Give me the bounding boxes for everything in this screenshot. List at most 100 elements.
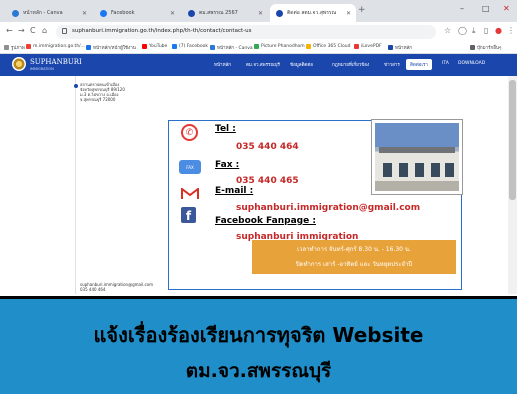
url-text: suphanburi.immigration.go.th/index.php/t… <box>72 28 252 34</box>
browser-tab[interactable]: Facebook ✕ <box>94 4 180 22</box>
youtube-icon <box>142 44 147 49</box>
fax-value: 035 440 465 <box>236 176 299 186</box>
browser-tab[interactable]: ตม.สพรรณ 2567 ✕ <box>182 4 268 22</box>
close-tab-icon[interactable]: ✕ <box>170 10 175 17</box>
bookmark-label: m.immigration.go.th/... <box>33 44 85 49</box>
bookmark-item[interactable]: Office 365 Cloud <box>306 44 350 49</box>
banner-title: แจ้งเรื่องร้องเรียนการทุจริต Website <box>93 323 424 347</box>
site-logo-text[interactable]: SUPHANBURI <box>30 58 82 66</box>
new-tab-button[interactable]: + <box>358 5 366 15</box>
office-icon <box>306 44 311 49</box>
bookmark-item[interactable]: หน้าหลัก/หน้าผู้ใช้งาน <box>86 44 136 51</box>
location-bullet-icon <box>74 84 78 88</box>
download-icon[interactable]: ⤓ <box>472 26 476 36</box>
lock-icon <box>62 28 67 34</box>
mail-icon <box>181 188 199 199</box>
bookmark-label: หน้าหลัก - Canva <box>217 46 253 51</box>
phone-icon: ✆ <box>181 124 198 141</box>
office-building-image <box>372 120 462 194</box>
bookmark-label: Picture Phanodhom <box>261 44 305 49</box>
profile-icon[interactable]: ● <box>495 26 502 35</box>
minimize-button[interactable]: – <box>460 4 464 13</box>
bookmark-item[interactable]: หน้าหลัก - Canva <box>210 44 253 51</box>
fax-label: Fax : <box>215 160 240 170</box>
browser-tab[interactable]: หน้าหลัก - Canva ✕ <box>6 4 92 22</box>
menu-item-info[interactable]: ข้อมูลติดต่อ <box>290 61 313 68</box>
site-header: SUPHANBURI IMMIGRATION หน้าหลัก ตม.จว.สพ… <box>0 54 517 76</box>
menu-item-news[interactable]: ข่าวสาร <box>384 61 400 68</box>
reload-button[interactable]: C <box>30 26 36 35</box>
gmail-icon <box>26 44 31 49</box>
bookmark-label: หน้าหลัก/หน้าผู้ใช้งาน <box>93 46 136 51</box>
complaint-banner: แจ้งเรื่องร้องเรียนการทุจริต Website ตม.… <box>0 296 517 394</box>
close-tab-icon[interactable]: ✕ <box>258 10 263 17</box>
bookmark-label: YouTube <box>149 44 168 49</box>
bookmark-item[interactable]: Picture Phanodhom <box>254 44 305 49</box>
close-window-button[interactable]: ✕ <box>503 4 510 13</box>
site-icon <box>388 45 393 50</box>
photo-icon <box>254 44 259 49</box>
site-logo-subtext: IMMIGRATION <box>30 67 54 71</box>
canva-icon <box>12 9 19 17</box>
facebook-icon <box>172 44 177 49</box>
tab-label: ตม.สพรรณ 2567 <box>199 10 238 16</box>
site-icon <box>188 9 195 17</box>
tel-value: 035 440 464 <box>236 142 299 152</box>
tab-label: Facebook <box>111 10 135 16</box>
menu-item-ita[interactable]: ITA <box>442 61 449 66</box>
maximize-button[interactable]: □ <box>482 4 490 13</box>
menu-item-home[interactable]: หน้าหลัก <box>214 61 231 68</box>
bookmarks-bar: รูปภาพ m.immigration.go.th/... หน้าหลัก/… <box>0 42 517 54</box>
bookmark-star-icon[interactable]: ☆ <box>444 26 451 35</box>
bookmark-item[interactable]: iLovePDF <box>354 44 382 49</box>
immigration-logo-icon[interactable] <box>12 57 26 71</box>
bookmark-item[interactable]: (7) Facebook <box>172 44 208 49</box>
facebook-icon: f <box>181 207 196 223</box>
forward-button[interactable]: → <box>18 26 25 35</box>
email-value[interactable]: suphanburi.immigration@gmail.com <box>236 203 420 213</box>
menu-item-about[interactable]: ตม.จว.สพรรณบุรี <box>246 61 280 68</box>
bookmark-label: Office 365 Cloud <box>313 44 351 49</box>
bookmark-item[interactable]: รูปภาพ <box>4 44 25 51</box>
home-button[interactable]: ⌂ <box>42 26 47 35</box>
bookmark-label: (7) Facebook <box>179 44 208 49</box>
pdf-icon <box>354 44 359 49</box>
menu-icon[interactable]: ⋮ <box>507 26 515 35</box>
menu-item-law[interactable]: กฎหมายที่เกี่ยวข้อง <box>332 61 369 68</box>
bookmark-label: รูปภาพ <box>11 46 25 51</box>
bookmark-item[interactable]: หน้าหลัก <box>388 44 412 51</box>
address-text: สถานตรวจคนเข้าเมือง จังหวัดสุพรรณบุรี 89… <box>80 82 125 102</box>
image-icon <box>4 45 9 50</box>
bookmark-item[interactable]: YouTube <box>142 44 167 49</box>
canva-icon <box>210 45 215 50</box>
other-bookmarks[interactable]: บุ๊กมาร์กอื่นๆ <box>470 44 501 51</box>
fax-icon: FAX <box>179 160 201 174</box>
tab-label: หน้าหลัก - Canva <box>23 10 63 16</box>
address-bar[interactable]: suphanburi.immigration.go.th/index.php/t… <box>56 25 436 39</box>
bookmark-label: iLovePDF <box>361 44 382 49</box>
office-hours-box: เวลาทำการ จันทร์-ศุกร์ 8.30 น. - 16.30 น… <box>252 240 456 274</box>
office-hours-closed: ปิดทำการ เสาร์ -อาทิตย์ และ วันหยุดประจำ… <box>295 261 413 268</box>
bookmark-label: บุ๊กมาร์กอื่นๆ <box>477 46 502 51</box>
folder-icon <box>470 45 475 50</box>
bookmark-label: หน้าหลัก <box>395 46 413 51</box>
tab-label: ติดต่อ สตม.จว.สุพรรณ <box>287 10 337 16</box>
extensions-icon[interactable]: ◯ <box>458 26 467 35</box>
footer-phone: 035 440 464 <box>80 287 106 292</box>
browser-nav-bar: ← → C ⌂ suphanburi.immigration.go.th/ind… <box>0 22 517 42</box>
browser-tab-active[interactable]: ติดต่อ สตม.จว.สุพรรณ ✕ <box>270 4 356 22</box>
scrollbar-thumb[interactable] <box>509 80 516 200</box>
site-icon <box>276 9 283 17</box>
close-tab-icon[interactable]: ✕ <box>82 10 87 17</box>
back-button[interactable]: ← <box>6 26 13 35</box>
footer-contact: suphanburi.immigration@gmail.com 035 440… <box>80 282 153 292</box>
browser-tab-bar: หน้าหลัก - Canva ✕ Facebook ✕ ตม.สพรรณ 2… <box>0 0 517 22</box>
close-tab-icon[interactable]: ✕ <box>346 10 351 17</box>
facebook-icon <box>100 9 107 17</box>
facebook-label: Facebook Fanpage : <box>215 216 316 226</box>
menu-item-contact[interactable]: ติดต่อเรา <box>406 59 432 70</box>
menu-item-download[interactable]: DOWNLOAD <box>458 61 485 66</box>
sidebar-icon[interactable]: ▯ <box>484 26 488 35</box>
bookmark-item[interactable]: m.immigration.go.th/... <box>26 44 85 49</box>
office-hours-weekday: เวลาทำการ จันทร์-ศุกร์ 8.30 น. - 16.30 น… <box>297 246 411 253</box>
